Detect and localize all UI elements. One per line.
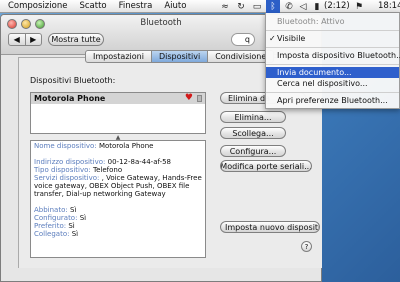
back-forward-control: ◀ ▶ (8, 33, 42, 46)
menu-item-visible[interactable]: ✓ Visibile (266, 33, 399, 44)
delete-button[interactable]: Elimina... (220, 111, 286, 123)
menu-item-setup-device[interactable]: Imposta dispositivo Bluetooth... (266, 50, 400, 61)
detail-paired: Abbinato: Sì (34, 206, 77, 214)
menu-item-status: Bluetooth: Attivo (277, 17, 345, 26)
tab-bar: Impostazioni Dispositivi Condivisione (85, 50, 275, 63)
phone-small-icon (197, 95, 202, 102)
list-item[interactable]: Motorola Phone ♥ (31, 93, 205, 104)
menu-item-send-file[interactable]: Invia documento... (266, 67, 399, 78)
phone-icon[interactable]: ✆ (282, 0, 296, 13)
menu-aiuto[interactable]: Aiuto (158, 1, 192, 11)
back-arrow-icon[interactable]: ◀ (9, 34, 26, 45)
show-all-button[interactable]: Mostra tutte (48, 33, 104, 46)
setup-new-device-button[interactable]: Imposta nuovo dispositi (220, 221, 320, 233)
detail-name: Nome dispositivo: Motorola Phone (34, 142, 154, 150)
wifi-icon[interactable]: ≈ (218, 0, 232, 13)
help-button[interactable]: ? (301, 241, 312, 252)
detail-favorite: Preferito: Sì (34, 222, 75, 230)
flag-icon[interactable]: ⚑ (352, 0, 366, 13)
disconnect-button[interactable]: Scollega... (220, 127, 286, 139)
forward-arrow-icon[interactable]: ▶ (26, 34, 42, 45)
checkmark-icon: ✓ (269, 34, 276, 43)
detail-connected: Collegato: Sì (34, 230, 79, 238)
battery-time: (2:12) (324, 1, 350, 11)
configure-button[interactable]: Configura... (220, 145, 286, 157)
display-icon[interactable]: ▭ (250, 0, 264, 13)
menu-item-browse-device[interactable]: Cerca nel dispositivo... (266, 78, 399, 89)
edit-serial-ports-button[interactable]: Modifica porte seriali... (220, 160, 312, 172)
menu-finestra[interactable]: Finestra (113, 1, 159, 11)
sync-icon[interactable]: ↻ (234, 0, 248, 13)
tab-condivisione[interactable]: Condivisione (208, 51, 273, 62)
bluetooth-icon[interactable]: ᛒ (266, 0, 280, 13)
tab-dispositivi[interactable]: Dispositivi (151, 51, 209, 62)
device-details: Nome dispositivo: Motorola Phone Indiriz… (30, 140, 206, 258)
volume-icon[interactable]: ◁ (296, 0, 310, 13)
bluetooth-menu: Bluetooth: Attivo ✓ Visibile Imposta dis… (265, 13, 400, 109)
menubar: Composizione Scatto Finestra Aiuto ≈ ↻ ▭… (0, 0, 400, 13)
battery-icon[interactable]: ▮ (310, 0, 324, 13)
menubar-items: Composizione Scatto Finestra Aiuto (0, 0, 192, 12)
tab-impostazioni[interactable]: Impostazioni (86, 51, 152, 62)
search-field[interactable]: q (231, 33, 255, 46)
favorite-heart-icon: ♥ (184, 93, 193, 103)
search-field-value: q (244, 35, 250, 44)
menubar-clock[interactable]: 18:14 (378, 0, 400, 13)
device-name: Motorola Phone (34, 94, 106, 103)
menu-item-open-preferences[interactable]: Apri preferenze Bluetooth... (266, 95, 399, 106)
device-list[interactable]: Motorola Phone ♥ (30, 92, 206, 134)
detail-address: Indirizzo dispositivo: 00-12-8a-44-af-58 (34, 158, 172, 166)
detail-configured: Configurato: Sì (34, 214, 87, 222)
menu-composizione[interactable]: Composizione (0, 1, 73, 11)
detail-services: Servizi dispositivo: , Voice Gateway, Ha… (34, 174, 202, 198)
menu-scatto[interactable]: Scatto (73, 1, 112, 11)
detail-type: Tipo dispositivo: Telefono (34, 166, 123, 174)
devices-label: Dispositivi Bluetooth: (30, 76, 116, 85)
